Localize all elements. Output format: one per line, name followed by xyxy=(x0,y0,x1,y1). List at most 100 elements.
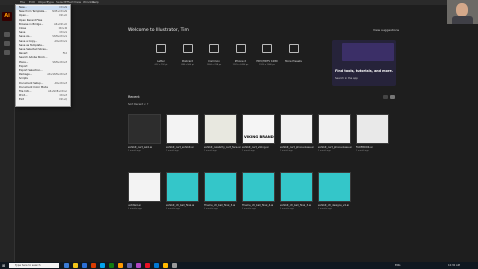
file-menu-item[interactable]: Document Color Mode xyxy=(19,86,48,89)
file-thumbnail[interactable] xyxy=(356,114,389,144)
preset-2[interactable]: Common 1366 x 768 px xyxy=(203,44,225,66)
learn-icon[interactable] xyxy=(4,41,10,46)
file-thumbnail[interactable] xyxy=(280,172,313,202)
view-suggestions-link[interactable]: View suggestions xyxy=(373,28,399,32)
file-thumbnail[interactable] xyxy=(242,172,275,202)
file-name[interactable]: exhibit_cert_exhibit.ai xyxy=(166,146,193,149)
file-thumbnail[interactable] xyxy=(128,114,161,144)
file-menu-item[interactable]: Close xyxy=(19,27,26,30)
grid-view-icon[interactable] xyxy=(390,95,395,99)
file-name[interactable]: exhibit_cert_phone-base.ai xyxy=(318,146,352,149)
file-menu-item[interactable]: Print... xyxy=(19,94,27,97)
file-name[interactable]: exhibit_celebrity_cert_face.ai xyxy=(204,146,240,149)
file-menu-item[interactable]: Revert xyxy=(19,52,28,55)
file-date: 1 month ago xyxy=(128,150,141,152)
file-date: 2 months ago xyxy=(166,208,180,210)
preset-doc-icon xyxy=(235,44,246,53)
file-menu-item[interactable]: Place... xyxy=(19,61,28,64)
preset-doc-icon xyxy=(288,44,299,53)
file-name[interactable]: Theme_ctl_ball_final_4.ai xyxy=(242,204,273,207)
sort-control[interactable]: Sort Recent ∨ ↑ xyxy=(128,103,149,106)
file-menu-item[interactable]: New from Template... xyxy=(19,10,47,13)
menu-help[interactable]: Help xyxy=(92,0,99,5)
menu-shortcut: Ctrl+N xyxy=(59,6,67,9)
file-menu-item[interactable]: Package... xyxy=(19,73,32,76)
file-menu-item[interactable]: Open... xyxy=(19,14,28,17)
preset-3[interactable]: iPhone X 1125 x 2436 px xyxy=(230,44,252,66)
file-name[interactable]: exhibit_cert_wk4.ai xyxy=(128,146,152,149)
file-menu-item[interactable]: Save as Template... xyxy=(19,44,44,47)
file-menu-item[interactable]: Scripts xyxy=(19,77,28,80)
menu-shortcut: Alt+Shift+Ctrl+P xyxy=(47,73,67,77)
file-menu-item[interactable]: Document Setup... xyxy=(19,82,43,85)
file-name[interactable]: untitled.ai xyxy=(128,204,141,207)
file-name[interactable]: exhibit_ctl_ball_final.ai xyxy=(166,204,194,207)
file-menu-item[interactable]: Exit xyxy=(19,98,24,101)
file-name[interactable]: Theme_ctl_ball_final_3.ai xyxy=(204,204,235,207)
file-thumbnail[interactable] xyxy=(280,114,313,144)
file-thumbnail[interactable] xyxy=(318,172,351,202)
taskbar-app-icon[interactable] xyxy=(136,263,141,268)
windows-start-icon[interactable]: ⊞ xyxy=(2,263,7,268)
recent-title: Recent xyxy=(128,95,140,99)
taskbar-app-icon[interactable] xyxy=(64,263,69,268)
preset-5[interactable]: More Presets xyxy=(283,44,305,64)
tray-language[interactable]: ENG xyxy=(395,263,400,268)
file-menu-item[interactable]: Save As... xyxy=(19,35,32,38)
taskbar-search[interactable]: Type here to search xyxy=(9,263,59,268)
file-name[interactable]: exhibit_ctl_designs_v4.ai xyxy=(318,204,349,207)
file-thumbnail[interactable] xyxy=(204,172,237,202)
file-menu-item[interactable]: Save xyxy=(19,31,25,34)
taskbar-app-icon[interactable] xyxy=(145,263,150,268)
taskbar-app-icon[interactable] xyxy=(154,263,159,268)
taskbar-app-icon[interactable] xyxy=(91,263,96,268)
taskbar-app-icon[interactable] xyxy=(73,263,78,268)
preset-0[interactable]: Letter 612 x 792 pt xyxy=(150,44,172,66)
promo-card[interactable]: Find tools, tutorials, and more. Search … xyxy=(332,40,396,86)
file-date: 2 months ago xyxy=(128,208,142,210)
taskbar-app-icon[interactable] xyxy=(118,263,123,268)
home-icon[interactable] xyxy=(4,32,10,37)
file-menu-item[interactable]: Export Selection... xyxy=(19,69,43,72)
taskbar-app-icon[interactable] xyxy=(127,263,132,268)
file-name[interactable]: exhibit_ctl_ball_final_3.ai xyxy=(280,204,311,207)
file-date: 2 months ago xyxy=(242,208,256,210)
file-menu-item[interactable]: Save a Copy... xyxy=(19,40,37,43)
list-view-icon[interactable] xyxy=(383,95,388,99)
file-name[interactable]: exhibit_cert_phone-base.ai xyxy=(280,146,314,149)
preset-label: Common xyxy=(208,60,220,63)
file-thumbnail[interactable] xyxy=(166,114,199,144)
preset-1[interactable]: Postcard 288 x 560 pt xyxy=(177,44,199,66)
file-thumbnail[interactable] xyxy=(166,172,199,202)
file-thumbnail[interactable]: VIKING BRAND xyxy=(242,114,275,144)
taskbar-clock[interactable]: 10:30 AM xyxy=(448,263,460,268)
menu-shortcut: Shift+Ctrl+N xyxy=(52,10,67,14)
taskbar-app-icon[interactable] xyxy=(172,263,177,268)
taskbar-app-icon[interactable] xyxy=(82,263,87,268)
preset-4[interactable]: HDV/HDTV 1080 1920 x 1080 px xyxy=(256,44,278,66)
menu-shortcut: Alt+Ctrl+S xyxy=(54,39,67,43)
file-menu-item[interactable]: Search Adobe Stock... xyxy=(19,56,47,59)
files-icon[interactable] xyxy=(4,50,10,55)
taskbar-app-icon[interactable] xyxy=(109,263,114,268)
file-menu-item[interactable]: New... xyxy=(19,6,27,9)
preset-size: 1125 x 2436 px xyxy=(232,64,249,66)
taskbar-app-icon[interactable] xyxy=(163,263,168,268)
file-menu-item[interactable]: Save Selected Slices... xyxy=(19,48,48,51)
taskbar-app-icon[interactable] xyxy=(100,263,105,268)
menu-shortcut: Alt+Shift+Ctrl+I xyxy=(48,90,67,93)
file-menu-item[interactable]: Open Recent Files xyxy=(19,19,42,22)
menu-shortcut: Ctrl+W xyxy=(58,27,67,30)
file-name[interactable]: exhibit_cert_viking.ai xyxy=(242,146,268,149)
file-name[interactable]: FACEBOOK.ai xyxy=(356,146,372,149)
file-thumbnail[interactable] xyxy=(204,114,237,144)
menu-shortcut: Ctrl+Q xyxy=(59,98,67,102)
menu-view[interactable]: View xyxy=(74,0,81,5)
file-date: 1 month ago xyxy=(204,150,217,152)
file-menu-item[interactable]: File Info... xyxy=(19,90,32,93)
preset-doc-icon xyxy=(182,44,193,53)
file-thumbnail[interactable] xyxy=(318,114,351,144)
file-menu-item[interactable]: Browse in Bridge... xyxy=(19,23,43,26)
file-thumbnail[interactable] xyxy=(128,172,161,202)
file-menu-item[interactable]: Export xyxy=(19,65,28,68)
